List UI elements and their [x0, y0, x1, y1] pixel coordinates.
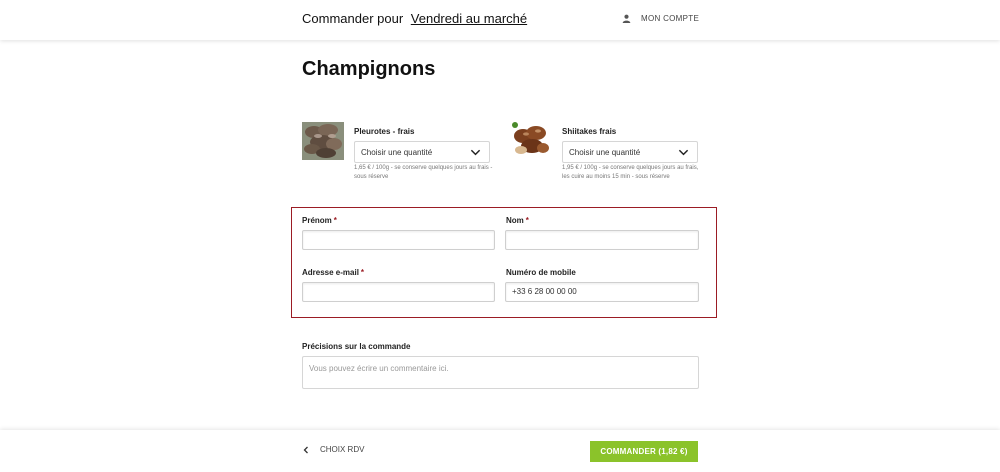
- shiitake-mushroom-image: [510, 122, 552, 160]
- last-name-label-text: Nom: [506, 216, 524, 225]
- back-to-appointment-link[interactable]: CHOIX RDV: [302, 445, 364, 454]
- chevron-down-icon: [678, 149, 689, 156]
- last-name-field[interactable]: [505, 230, 699, 250]
- email-field[interactable]: [302, 282, 495, 302]
- email-label-text: Adresse e-mail: [302, 268, 359, 277]
- top-bar: Commander pour Vendredi au marché MON CO…: [0, 0, 1000, 40]
- required-marker: *: [333, 216, 337, 225]
- market-date-link[interactable]: Vendredi au marché: [411, 11, 527, 26]
- product-name: Pleurotes - frais: [354, 127, 415, 136]
- product-note: 1,65 € / 100g - se conserve quelques jou…: [354, 165, 493, 180]
- email-label: Adresse e-mail *: [302, 268, 364, 277]
- bottom-bar: CHOIX RDV COMMANDER (1,82 €): [0, 430, 1000, 472]
- chevron-down-icon: [470, 149, 481, 156]
- mobile-label: Numéro de mobile: [506, 268, 576, 277]
- chevron-left-icon: [303, 446, 308, 453]
- last-name-label: Nom *: [506, 216, 529, 225]
- product-note: 1,95 € / 100g - se conserve quelques jou…: [562, 165, 699, 180]
- product-card: Pleurotes - frais Choisir une quantité 1…: [302, 122, 502, 186]
- account-label: MON COMPTE: [641, 14, 700, 23]
- page-title: Champignons: [302, 58, 436, 80]
- required-marker: *: [525, 216, 529, 225]
- product-card: Shiitakes frais Choisir une quantité 1,9…: [510, 122, 710, 186]
- page-header-title: Commander pour Vendredi au marché: [302, 11, 527, 26]
- header-title-prefix: Commander pour: [302, 11, 404, 26]
- first-name-label: Prénom *: [302, 216, 337, 225]
- quantity-select-label: Choisir une quantité: [361, 148, 433, 157]
- quantity-select[interactable]: Choisir une quantité: [354, 141, 490, 163]
- first-name-field[interactable]: [302, 230, 495, 250]
- oyster-mushroom-image: [302, 122, 344, 160]
- user-icon: [622, 14, 631, 23]
- required-marker: *: [360, 268, 365, 277]
- order-button[interactable]: COMMANDER (1,82 €): [590, 441, 698, 462]
- first-name-label-text: Prénom: [302, 216, 332, 225]
- mobile-field[interactable]: +33 6 28 00 00 00: [505, 282, 699, 302]
- product-name: Shiitakes frais: [562, 127, 617, 136]
- mobile-label-text: Numéro de mobile: [506, 268, 576, 277]
- back-label: CHOIX RDV: [320, 445, 365, 454]
- account-link[interactable]: MON COMPTE: [622, 14, 699, 23]
- quantity-select[interactable]: Choisir une quantité: [562, 141, 698, 163]
- quantity-select-label: Choisir une quantité: [569, 148, 641, 157]
- comment-textarea[interactable]: Vous pouvez écrire un commentaire ici.: [302, 356, 699, 389]
- comment-label: Précisions sur la commande: [302, 342, 411, 351]
